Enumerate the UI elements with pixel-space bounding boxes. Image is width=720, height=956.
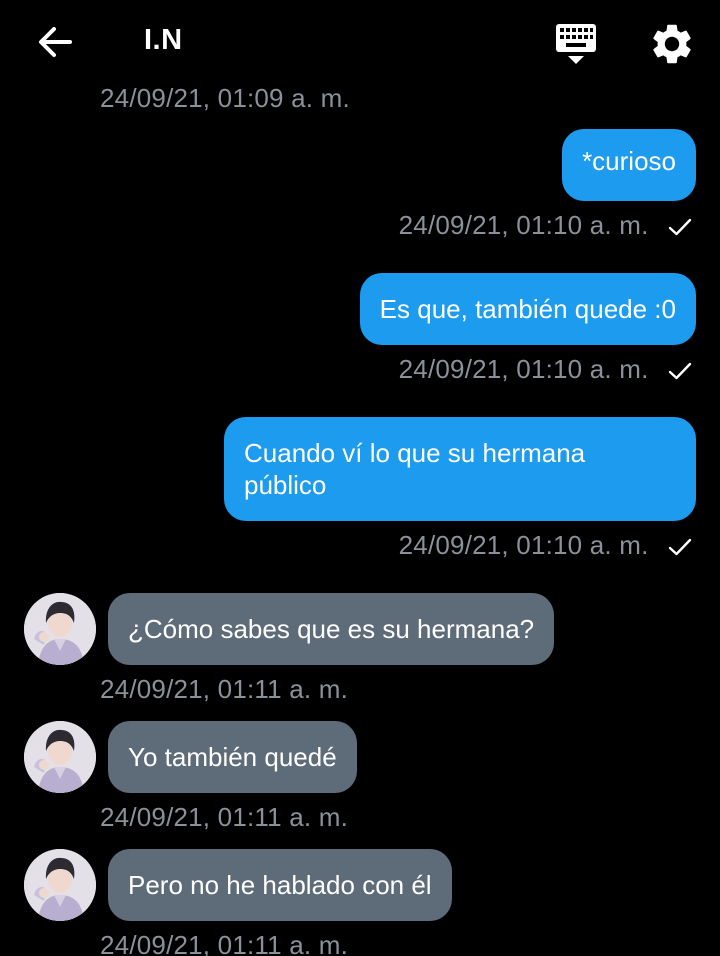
message-text: Pero no he hablado con él [128,870,432,900]
checkmark-icon [668,538,692,556]
message-meta: 24/09/21, 01:10 a. m. [399,530,692,561]
avatar-photo [24,849,96,921]
message-text: Yo también quedé [128,742,337,772]
avatar-photo [24,593,96,665]
message-text: Es que, también quede :0 [379,294,676,324]
incoming-message[interactable]: Pero no he hablado con él [108,849,452,921]
outgoing-message[interactable]: Cuando ví lo que su hermana público [224,417,696,521]
keyboard-icon [556,24,596,64]
message-text: *curioso [582,146,676,176]
arrow-left-icon [39,27,72,57]
message-timestamp: 24/09/21, 01:10 a. m. [398,210,649,240]
keyboard-button[interactable] [552,20,600,68]
message-meta: 24/09/21, 01:10 a. m. [399,354,692,385]
avatar-photo [24,721,96,793]
outgoing-message[interactable]: Es que, también quede :0 [359,273,696,345]
message-meta: 24/09/21, 01:10 a. m. [399,210,692,241]
checkmark-icon [668,218,692,236]
gear-icon [653,24,691,64]
message-text-line: Cuando ví lo que su hermana [244,438,586,468]
avatar[interactable] [24,593,96,665]
message-timestamp: 24/09/21, 01:11 a. m. [100,930,349,956]
avatar[interactable] [24,849,96,921]
message-timestamp: 24/09/21, 01:10 a. m. [398,354,649,384]
avatar[interactable] [24,721,96,793]
message-text: ¿Cómo sabes que es su hermana? [128,614,535,644]
incoming-message[interactable]: Yo también quedé [108,721,357,793]
message-timestamp: 24/09/21, 01:10 a. m. [398,530,649,560]
page-title: I.N [144,24,183,56]
message-timestamp: 24/09/21, 01:11 a. m. [100,674,349,704]
chat-screen: 24/09/21, 01:09 a. m. *curioso 24/09/21,… [0,0,720,956]
chat-header: I.N [0,0,720,86]
incoming-message[interactable]: ¿Cómo sabes que es su hermana? [108,593,555,665]
checkmark-icon [668,362,692,380]
message-list[interactable]: 24/09/21, 01:09 a. m. *curioso 24/09/21,… [0,0,720,956]
outgoing-message[interactable]: *curioso [562,129,696,201]
back-button[interactable] [32,20,80,64]
message-timestamp: 24/09/21, 01:09 a. m. [100,83,350,113]
settings-button[interactable] [648,20,696,68]
message-text-line: público [244,470,327,500]
message-timestamp: 24/09/21, 01:11 a. m. [100,802,349,832]
